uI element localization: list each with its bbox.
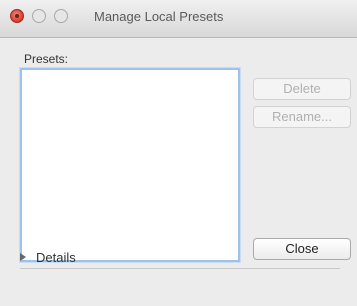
details-divider <box>20 268 340 269</box>
close-button[interactable]: Close <box>253 238 351 260</box>
presets-label: Presets: <box>24 52 69 66</box>
presets-list[interactable] <box>20 68 240 262</box>
minimize-window-button[interactable] <box>32 9 46 23</box>
title-bar: Manage Local Presets <box>0 0 357 38</box>
manage-presets-window: Manage Local Presets Presets: Delete Ren… <box>0 0 357 306</box>
close-window-button[interactable] <box>10 9 24 23</box>
rename-button[interactable]: Rename... <box>253 106 351 128</box>
disclosure-triangle-icon <box>20 253 26 261</box>
details-disclosure[interactable]: Details <box>20 250 76 265</box>
delete-button[interactable]: Delete <box>253 78 351 100</box>
window-title: Manage Local Presets <box>94 9 224 24</box>
details-label: Details <box>36 250 76 265</box>
zoom-window-button[interactable] <box>54 9 68 23</box>
